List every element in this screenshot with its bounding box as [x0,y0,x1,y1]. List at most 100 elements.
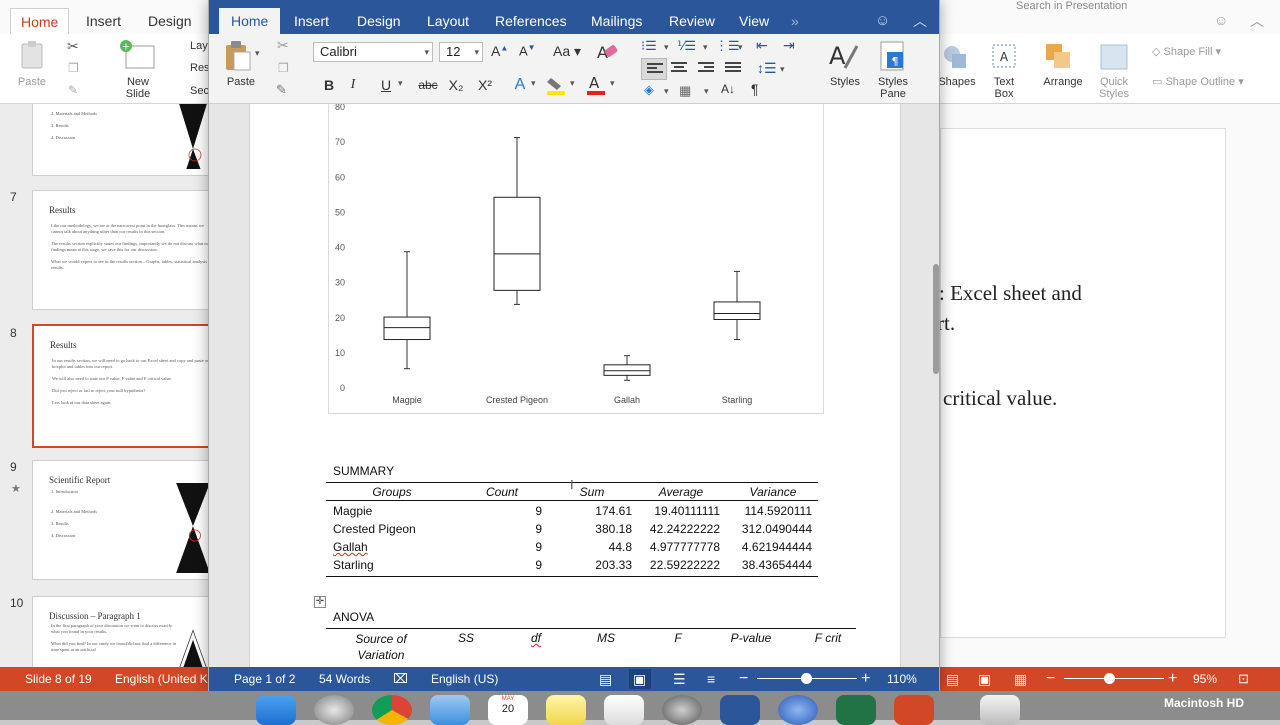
shapes-icon[interactable] [940,42,970,72]
ppt-language[interactable]: English (United K [115,667,208,691]
increase-indent-icon[interactable]: ⇥ [783,37,795,54]
font-size-field[interactable]: 12 ▾ [439,42,483,62]
zoom-in-icon[interactable]: + [1168,667,1177,691]
line-spacing-dropdown-icon[interactable]: ▾ [780,64,785,75]
paste-dropdown-icon[interactable]: ▾ [255,48,260,59]
text-effects-dropdown-icon[interactable]: ▾ [531,78,536,89]
trash-icon[interactable] [980,695,1020,725]
paste-label[interactable]: Paste [221,76,261,88]
styles-icon[interactable]: A [827,40,861,74]
line-spacing-icon[interactable]: ↕☰ [757,60,777,77]
align-right-icon[interactable] [698,62,714,76]
shading-dropdown-icon[interactable]: ▾ [664,86,669,97]
text-box-label[interactable]: Text Box [984,76,1024,100]
draft-view-icon[interactable]: ≡ [707,667,715,691]
numbering-icon[interactable]: ⅟☰ [677,38,696,54]
slide-thumbnail-pane[interactable]: 2. Materials and Methods 3. Results 4. D… [0,104,212,667]
calendar-icon[interactable]: MAY 20 [488,695,528,725]
subscript-button[interactable]: X₂ [445,74,467,96]
bullets-icon[interactable]: ⁝☰ [641,38,657,54]
table-move-handle-icon[interactable]: ✛ [314,596,326,608]
format-painter-icon[interactable]: ✎ [276,82,287,98]
word-app-icon[interactable] [720,695,760,725]
slide-thumbnail-7[interactable]: Results Like our methodology, we are at … [32,190,211,310]
ppt-tab-insert[interactable]: Insert [76,8,131,34]
font-size-dropdown-icon[interactable]: ▾ [474,43,479,61]
reminders-icon[interactable] [604,695,644,725]
strikethrough-button[interactable]: abc [413,74,443,96]
smiley-icon[interactable]: ☺ [875,12,890,29]
highlight-dropdown-icon[interactable]: ▾ [570,78,575,89]
new-slide-label[interactable]: New Slide [118,76,158,100]
grow-font-icon[interactable]: A▲ [491,43,508,59]
document-canvas[interactable]: 0 10 20 30 40 50 60 70 80 Magpie Crested Pigeon Gal… [209,104,939,667]
word-tab-home[interactable]: Home [219,8,281,34]
slide-thumbnail-8-selected[interactable]: Results In our results section, we will … [32,324,211,448]
font-color-dropdown-icon[interactable]: ▾ [610,78,615,89]
word-count[interactable]: 54 Words [319,667,370,691]
word-zoom-level[interactable]: 110% [887,667,917,691]
more-tabs-icon[interactable]: » [779,8,811,34]
vertical-scrollbar[interactable] [933,264,939,374]
format-painter-icon[interactable]: ✎ [68,83,78,97]
show-formatting-icon[interactable]: ¶ [751,81,759,97]
borders-icon[interactable]: ▦ [679,83,691,99]
cut-icon[interactable]: ✂ [67,38,79,55]
styles-label[interactable]: Styles [825,76,865,88]
superscript-button[interactable]: X² [474,74,496,96]
quick-styles-label[interactable]: Quick Styles [1094,76,1134,100]
styles-pane-label[interactable]: Styles Pane [871,76,915,100]
text-box-icon[interactable]: A [990,42,1018,72]
bold-button[interactable]: B [318,74,340,96]
document-page[interactable]: 0 10 20 30 40 50 60 70 80 Magpie Crested Pigeon Gal… [249,104,901,667]
clear-formatting-icon[interactable]: A [595,40,619,64]
webex-icon[interactable] [778,695,818,725]
italic-button[interactable]: I [342,74,364,96]
arrange-label[interactable]: Arrange [1038,76,1088,88]
ppt-tab-design[interactable]: Design [138,8,202,34]
multilevel-list-dropdown-icon[interactable]: ▾ [738,42,743,53]
font-name-dropdown-icon[interactable]: ▾ [424,43,429,61]
new-slide-icon[interactable]: + [118,38,158,72]
font-name-field[interactable]: Calibri ▾ [313,42,433,62]
ppt-tab-home[interactable]: Home [10,8,70,34]
bullets-dropdown-icon[interactable]: ▾ [664,42,669,53]
shading-icon[interactable]: ◈ [644,82,654,98]
arrange-icon[interactable] [1044,42,1074,72]
system-preferences-icon[interactable] [662,695,702,725]
word-tab-insert[interactable]: Insert [282,8,341,34]
powerpoint-app-icon[interactable] [894,695,934,725]
collapse-ribbon-icon[interactable]: ︿ [1250,11,1264,31]
notes-app-icon[interactable] [546,695,586,725]
underline-dropdown-icon[interactable]: ▾ [398,78,403,89]
align-left-button[interactable] [641,58,667,80]
desktop-drive-label[interactable]: Macintosh HD [1164,696,1244,710]
highlight-icon[interactable] [545,74,569,96]
collapse-ribbon-icon[interactable]: ︿ [913,11,927,31]
change-case-icon[interactable]: Aa ▾ [553,43,581,60]
notes-icon[interactable]: ▤ [946,667,959,691]
word-tab-layout[interactable]: Layout [415,8,481,34]
word-tab-mailings[interactable]: Mailings [579,8,654,34]
chrome-icon[interactable] [372,695,412,725]
zoom-out-icon[interactable]: − [739,667,748,691]
ppt-zoom-slider-handle[interactable] [1104,673,1115,684]
launchpad-icon[interactable] [314,695,354,725]
shape-outline-button[interactable]: ▭ Shape Outline ▾ [1152,76,1244,88]
ppt-search-field[interactable]: Search in Presentation [1016,0,1216,10]
paste-icon[interactable] [18,40,46,70]
word-tab-design[interactable]: Design [345,8,413,34]
boxplot-chart[interactable]: 0 10 20 30 40 50 60 70 80 Magpie Crested Pigeon Gal… [328,104,824,414]
word-language[interactable]: English (US) [431,667,498,691]
align-center-icon[interactable] [671,62,687,76]
decrease-indent-icon[interactable]: ⇤ [756,37,768,54]
focus-view-icon[interactable]: ▤ [599,667,612,691]
excel-app-icon[interactable] [836,695,876,725]
section-button[interactable]: Sec [190,85,209,97]
text-effects-icon[interactable]: A [509,74,531,96]
justify-icon[interactable] [725,62,741,76]
font-color-icon[interactable]: A [585,74,607,96]
word-tab-view[interactable]: View [727,8,781,34]
paste-icon[interactable] [223,40,253,72]
shape-fill-button[interactable]: ◇ Shape Fill ▾ [1152,46,1221,58]
